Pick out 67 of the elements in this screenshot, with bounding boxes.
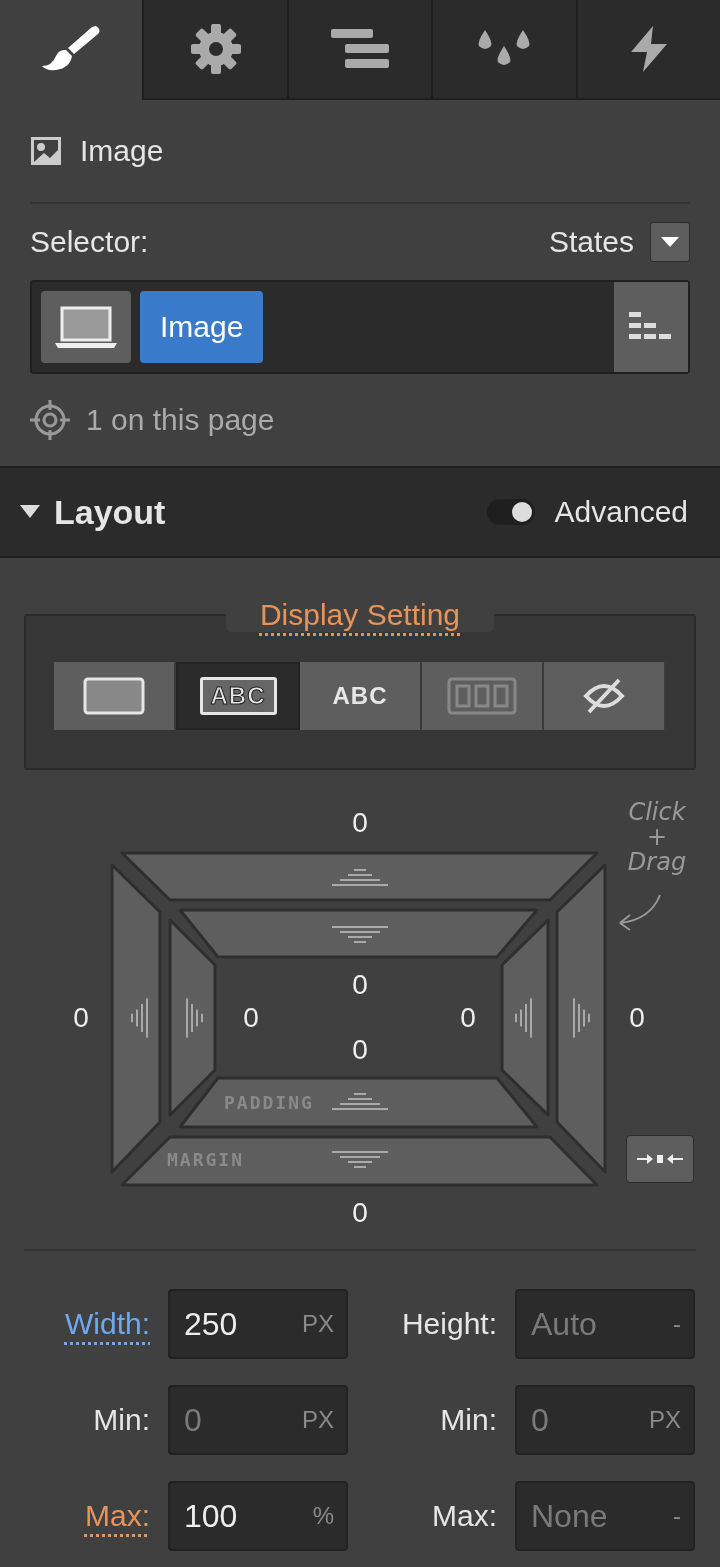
padding-right-value[interactable]: 0 (460, 1002, 476, 1034)
image-icon (30, 136, 62, 166)
size-label[interactable]: Max: (85, 1499, 150, 1533)
margin-top-value[interactable]: 0 (352, 807, 368, 839)
size-label[interactable]: Width: (64, 1307, 150, 1341)
spacing-handle-icon (131, 998, 148, 1038)
panel-tab[interactable] (142, 0, 287, 100)
laptop-icon (54, 305, 118, 349)
display-option[interactable] (544, 662, 666, 730)
display-option[interactable]: ABC (176, 662, 300, 730)
unit-label: PX (302, 1406, 334, 1434)
unit-label: - (673, 1502, 681, 1530)
size-label: Min: (440, 1403, 497, 1437)
padding-top-value[interactable]: 0 (352, 969, 368, 1001)
states-dropdown[interactable] (650, 222, 690, 262)
cascade-icon (629, 312, 673, 342)
settings-icon (190, 24, 241, 74)
unit-label: PX (649, 1406, 681, 1434)
spacing-handle-icon (332, 1093, 388, 1110)
block-icon (83, 677, 145, 715)
usage-count: 1 on this page (86, 403, 275, 437)
device-button[interactable] (41, 291, 131, 363)
unit-label: % (312, 1502, 334, 1530)
element-type-label: Image (80, 134, 164, 168)
caret-icon (661, 237, 679, 247)
spacing-handle-icon (186, 998, 203, 1038)
margin-left-value[interactable]: 0 (73, 1002, 89, 1034)
collapse-icon (637, 1151, 683, 1167)
padding-bottom-value[interactable]: 0 (352, 1034, 368, 1066)
selector-label: Selector: (30, 225, 149, 259)
class-token[interactable]: Image (140, 291, 264, 363)
size-label: Max: (432, 1499, 497, 1533)
spacing-handle-icon (332, 926, 388, 943)
bolt-icon (628, 26, 669, 72)
inline-block-label: ABC (199, 677, 277, 715)
display-option[interactable] (54, 662, 176, 730)
hint-arrow-icon (619, 894, 661, 931)
collapse-spacing-button[interactable] (626, 1135, 694, 1183)
size-label: Min: (93, 1403, 150, 1437)
spacing-handle-icon (332, 1151, 388, 1168)
padding-box-drawing[interactable] (168, 908, 550, 1129)
states-label: States (548, 225, 634, 259)
selector-field[interactable]: Image (30, 280, 690, 374)
navigator-icon (331, 27, 389, 71)
click-drag-hint: Click + Drag (626, 800, 688, 876)
hidden-icon (583, 678, 625, 714)
display-option[interactable]: ABC (300, 662, 422, 730)
spacing-handle-icon (332, 869, 388, 886)
layout-section-toggle[interactable]: Layout (20, 492, 166, 532)
padding-left-value[interactable]: 0 (243, 1002, 259, 1034)
flex-icon (447, 677, 517, 715)
cascade-button[interactable] (614, 282, 688, 372)
advanced-toggle[interactable] (486, 499, 535, 525)
advanced-label: Advanced (554, 495, 688, 529)
target-icon (30, 400, 70, 440)
unit-label: PX (302, 1310, 334, 1338)
size-label: Height: (401, 1307, 497, 1341)
margin-bottom-value[interactable]: 0 (352, 1197, 368, 1229)
unit-label: - (673, 1310, 681, 1338)
spacing-handle-icon (573, 998, 590, 1038)
margin-right-value[interactable]: 0 (629, 1002, 645, 1034)
panel-tab[interactable] (431, 0, 576, 100)
margin-box-drawing[interactable] (110, 851, 607, 1187)
panel-tab[interactable] (575, 0, 720, 100)
spacing-handle-icon (515, 998, 532, 1038)
inline-label: ABC (332, 682, 388, 710)
panel-tab[interactable] (286, 0, 432, 100)
